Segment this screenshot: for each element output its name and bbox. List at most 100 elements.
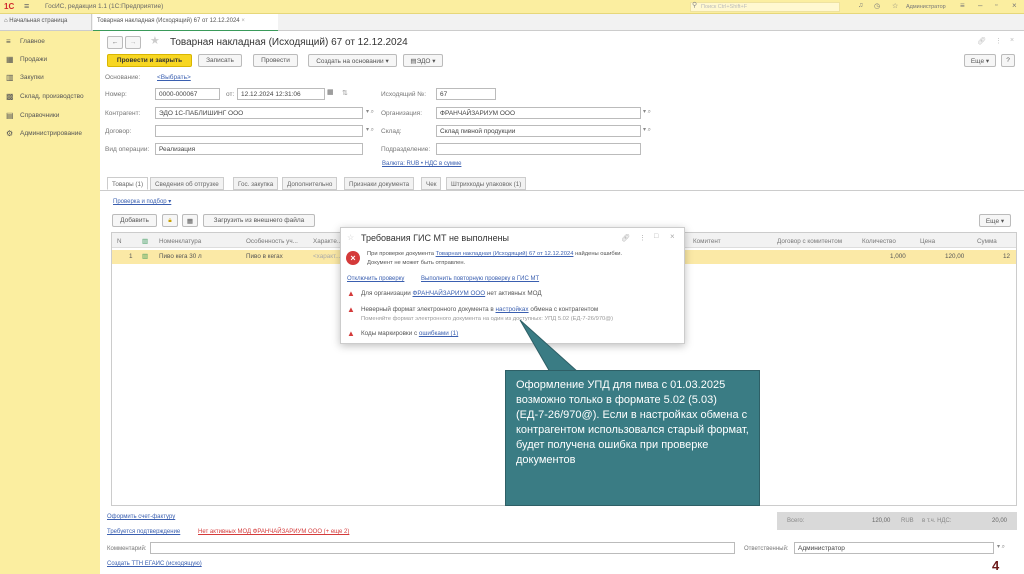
- favorite-star-icon[interactable]: ★: [150, 34, 160, 47]
- tab-additional[interactable]: Дополнительно: [282, 177, 338, 190]
- table-button[interactable]: ▦: [182, 214, 198, 227]
- calendar-icon[interactable]: ▦: [327, 88, 334, 96]
- err-text: Неверный формат электронного документа в: [361, 306, 494, 313]
- more-vert-icon[interactable]: ⋮: [639, 234, 646, 242]
- link-icon[interactable]: 🔗︎: [977, 37, 986, 45]
- tab-shipment[interactable]: Сведения об отгрузке: [150, 177, 224, 190]
- outgoing-number-field[interactable]: 67: [436, 88, 496, 100]
- date-field[interactable]: 12.12.2024 12:31:06: [237, 88, 325, 100]
- back-button[interactable]: ←: [107, 36, 123, 49]
- dropdown-icon[interactable]: ▾ ⌕: [643, 126, 651, 134]
- edo-button[interactable]: ▤ ЭДО ▾: [403, 54, 443, 67]
- vat-value: 20,00: [992, 518, 1008, 524]
- document-link[interactable]: Товарная накладная (Исходящий) 67 от 12.…: [436, 251, 574, 257]
- sidebar-item-purchases[interactable]: ▥ Закупки: [6, 73, 44, 82]
- search-input[interactable]: Поиск Ctrl+Shift+F: [690, 2, 840, 12]
- invoice-link[interactable]: Оформить счет-фактуру: [107, 514, 175, 520]
- load-from-file-button[interactable]: Загрузить из внешнего файла: [203, 214, 315, 227]
- basis-link[interactable]: <Выбрать>: [157, 74, 191, 81]
- sidebar: ≡ Главное ▦ Продажи ▥ Закупки ▩ Склад, произ…: [0, 31, 100, 574]
- maximize-icon[interactable]: ▫: [995, 2, 997, 9]
- more-vert-icon[interactable]: ⋮: [995, 37, 1002, 45]
- lock-button[interactable]: 🔒︎: [162, 214, 178, 227]
- create-based-on-button[interactable]: Создать на основании ▾: [308, 54, 397, 67]
- tab-document-label: Товарная накладная (Исходящий) 67 от 12.…: [97, 18, 240, 24]
- operation-field[interactable]: Реализация: [155, 143, 363, 155]
- total-value: 120,00: [872, 518, 891, 524]
- check-selection-link[interactable]: Проверка и подбор ▾: [113, 198, 171, 205]
- more-button[interactable]: Еще ▾: [964, 54, 996, 67]
- error-no-mod: Для организации ФРАНЧАЙЗАРИУМ ООО нет ак…: [361, 290, 542, 297]
- link-icon[interactable]: 🔗︎: [621, 234, 630, 242]
- sidebar-item-warehouse[interactable]: ▩ Склад, производство: [6, 92, 84, 101]
- currency-link[interactable]: Валюта: RUB • НДС в сумме: [382, 161, 461, 167]
- dropdown-icon[interactable]: ▾ ⌕: [366, 108, 374, 116]
- post-button[interactable]: Провести: [253, 54, 298, 67]
- row-sum: 12: [1003, 253, 1011, 260]
- close-icon[interactable]: ×: [1012, 1, 1017, 10]
- comment-input[interactable]: [150, 542, 735, 554]
- tab-document[interactable]: Товарная накладная (Исходящий) 67 от 12.…: [93, 14, 278, 31]
- division-field[interactable]: [436, 143, 641, 155]
- contract-label: Договор:: [105, 128, 132, 135]
- edo-label: ЭДО ▾: [416, 57, 436, 65]
- app-logo: 1С: [4, 2, 15, 11]
- user-name[interactable]: Администратор: [906, 4, 946, 10]
- sidebar-item-main[interactable]: ≡ Главное: [6, 37, 45, 46]
- menu-icon: ≡: [6, 37, 11, 46]
- basis-label: Основание:: [105, 74, 141, 81]
- warning-icon: ▲: [347, 329, 355, 338]
- recheck-link[interactable]: Выполнить повторную проверку в ГИС МТ: [421, 276, 539, 282]
- star-icon[interactable]: ☆: [347, 233, 354, 242]
- star-icon[interactable]: ☆: [892, 2, 898, 10]
- col-consignor: Комитент: [693, 238, 721, 245]
- table-more-button[interactable]: Еще ▾: [979, 214, 1011, 227]
- add-button[interactable]: Добавить: [112, 214, 157, 227]
- tab-goods[interactable]: Товары (1): [107, 177, 149, 190]
- organization-link[interactable]: ФРАНЧАЙЗАРИУМ ООО: [413, 290, 486, 297]
- tab-close-icon[interactable]: ×: [241, 18, 245, 24]
- save-button[interactable]: Записать: [198, 54, 242, 67]
- disable-check-link[interactable]: Отключить проверку: [347, 276, 404, 282]
- menu-icon[interactable]: ≡: [24, 1, 29, 11]
- organization-field[interactable]: ФРАНЧАЙЗАРИУМ ООО: [436, 107, 641, 119]
- no-mod-error-link[interactable]: Нет активных МОД ФРАНЧАЙЗАРИУМ ООО (+ ещ…: [198, 529, 349, 535]
- col-consignor-contract: Договор с комитентом: [777, 238, 843, 245]
- settings-icon[interactable]: ≡: [960, 1, 965, 10]
- settings-link[interactable]: настройках: [496, 306, 529, 313]
- responsible-field[interactable]: Администратор: [794, 542, 994, 554]
- counterparty-field[interactable]: ЭДО 1С-ПАБЛИШИНГ ООО: [155, 107, 363, 119]
- forward-button[interactable]: →: [125, 36, 141, 49]
- tab-doc-attributes[interactable]: Признаки документа: [344, 177, 415, 190]
- bell-icon[interactable]: ♫: [858, 2, 863, 9]
- sidebar-item-admin[interactable]: ⚙ Администрирование: [6, 129, 82, 138]
- contract-field[interactable]: [155, 125, 363, 137]
- close-icon[interactable]: ×: [670, 232, 675, 241]
- create-egais-link[interactable]: Создать ТТН ЕГАИС (исходящую): [107, 561, 202, 567]
- sidebar-item-sales[interactable]: ▦ Продажи: [6, 55, 47, 64]
- confirmation-link[interactable]: Требуется подтверждение: [107, 529, 180, 535]
- tab-receipt[interactable]: Чек: [421, 177, 442, 190]
- tab-gov-purchase[interactable]: Гос. закупка: [233, 177, 279, 190]
- number-label: Номер:: [105, 91, 127, 98]
- dropdown-icon[interactable]: ▾ ⌕: [643, 108, 651, 116]
- col-n: N: [117, 238, 122, 245]
- maximize-icon[interactable]: □: [654, 233, 658, 240]
- total-currency: RUB: [901, 518, 914, 524]
- sidebar-item-directories[interactable]: ▤ Справочники: [6, 111, 59, 120]
- errors-link[interactable]: ошибками (1): [419, 330, 458, 337]
- dropdown-icon[interactable]: ▾ ⌕: [997, 543, 1005, 551]
- numbering-icon[interactable]: ⇅: [342, 89, 348, 97]
- msg-text: При проверке документа: [367, 251, 434, 257]
- post-and-close-button[interactable]: Провести и закрыть: [107, 54, 192, 67]
- warehouse-field[interactable]: Склад пивной продукции: [436, 125, 641, 137]
- tab-barcodes[interactable]: Штрихкоды упаковок (1): [446, 177, 527, 190]
- help-button[interactable]: ?: [1001, 54, 1015, 67]
- divider: [100, 190, 1024, 191]
- dropdown-icon[interactable]: ▾ ⌕: [366, 126, 374, 134]
- tab-home[interactable]: ⌂ Начальная страница: [0, 14, 92, 30]
- history-icon[interactable]: ◷: [874, 2, 880, 10]
- number-field[interactable]: 0000-000067: [155, 88, 220, 100]
- minimize-icon[interactable]: –: [978, 1, 982, 10]
- close-form-icon[interactable]: ×: [1010, 37, 1014, 44]
